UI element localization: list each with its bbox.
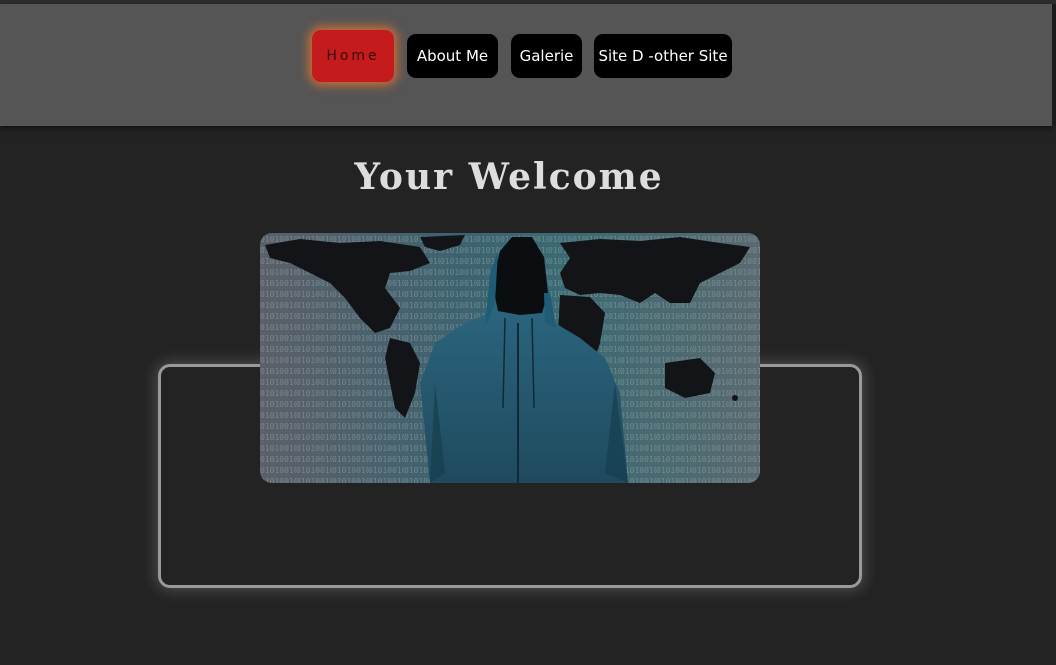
scrollbar[interactable] — [1052, 4, 1056, 126]
nav-home-button[interactable]: Home — [312, 30, 394, 82]
nav-galerie-button[interactable]: Galerie — [511, 34, 582, 78]
hooded-figure-world-map-image: 01010010 — [260, 233, 760, 483]
navbar: Home About Me Galerie Site D -other Site — [0, 4, 1052, 126]
page-title: Your Welcome — [354, 156, 664, 198]
nav-other-site-button[interactable]: Site D -other Site — [594, 34, 732, 78]
hero-image: 01010010 — [260, 233, 760, 483]
nav-about-me-button[interactable]: About Me — [407, 34, 498, 78]
